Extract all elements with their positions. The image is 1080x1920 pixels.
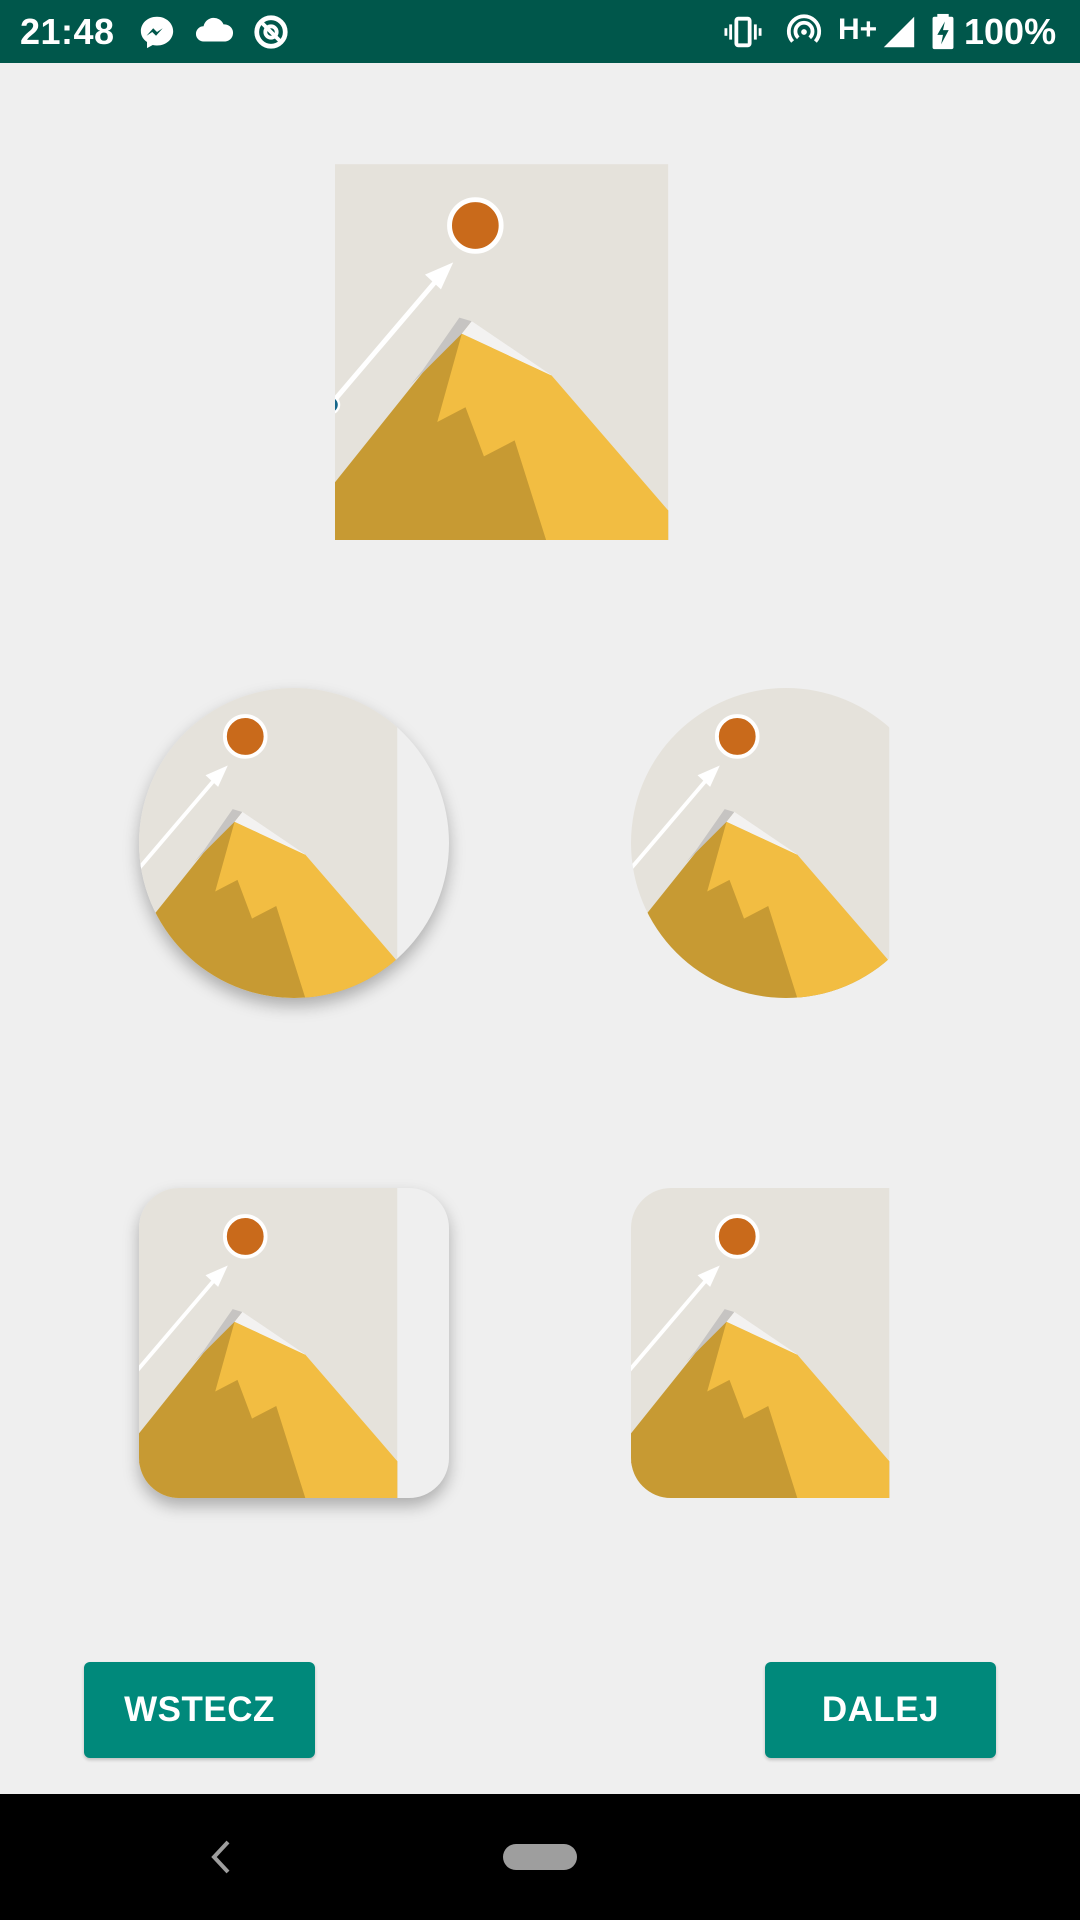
home-pill-icon[interactable]	[503, 1844, 577, 1870]
next-button[interactable]: DALEJ	[765, 1662, 996, 1758]
image-rounded-shadow	[139, 1188, 449, 1498]
vibrate-icon	[724, 16, 762, 48]
status-time: 21:48	[20, 11, 115, 52]
signal-icon	[883, 16, 915, 48]
hotspot-icon	[786, 14, 822, 43]
image-square	[335, 147, 745, 540]
image-rounded	[631, 1188, 941, 1498]
sync-icon	[254, 15, 288, 49]
status-bar: 21:48 H+ 100%	[0, 0, 1080, 63]
battery-percentage: 100%	[964, 11, 1057, 52]
messenger-icon	[140, 16, 174, 49]
image-circle-shadow	[139, 688, 449, 998]
image-circle	[631, 688, 941, 998]
network-type: H+	[838, 13, 878, 46]
cloud-icon	[195, 17, 234, 42]
back-button[interactable]: WSTECZ	[84, 1662, 315, 1758]
battery-charging-icon	[932, 13, 954, 50]
back-icon[interactable]	[200, 1832, 240, 1882]
